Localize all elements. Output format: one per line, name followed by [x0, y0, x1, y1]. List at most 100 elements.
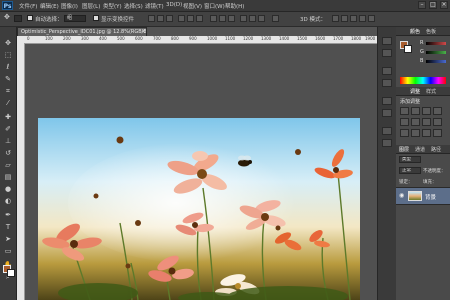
quick-select-tool-icon[interactable]: ✎ — [3, 75, 13, 83]
3d-scale-icon[interactable] — [368, 15, 375, 22]
character-panel-icon[interactable] — [382, 97, 392, 105]
tab-color[interactable]: 颜色 — [410, 28, 420, 35]
tab-paths[interactable]: 路径 — [431, 146, 441, 153]
3d-slide-icon[interactable] — [359, 15, 366, 22]
distribute-top-icon[interactable] — [210, 15, 217, 22]
minimize-button[interactable]: – — [418, 1, 426, 9]
align-top-icon[interactable] — [148, 15, 155, 22]
color-balance-adjust-icon[interactable] — [422, 118, 431, 126]
crop-tool-icon[interactable]: ⌗ — [3, 87, 13, 95]
layer-visibility-eye-icon[interactable]: ◉ — [399, 192, 404, 199]
paragraph-panel-icon[interactable] — [382, 109, 392, 117]
red-slider[interactable] — [426, 42, 446, 45]
threshold-adjust-icon[interactable] — [422, 129, 431, 137]
3d-roll-icon[interactable] — [341, 15, 348, 22]
menu-select[interactable]: 选择(S) — [124, 2, 143, 10]
ruler-tick: 200 — [63, 36, 71, 41]
move-tool-icon[interactable]: ✥ — [3, 39, 13, 47]
green-slider[interactable] — [426, 51, 446, 54]
3d-rotate-icon[interactable] — [332, 15, 339, 22]
posterize-adjust-icon[interactable] — [411, 129, 420, 137]
align-hcenter-icon[interactable] — [187, 15, 194, 22]
menu-help[interactable]: 帮助(H) — [225, 2, 244, 10]
eyedropper-tool-icon[interactable]: ⁄ — [3, 99, 13, 107]
type-tool-icon[interactable]: T — [3, 223, 13, 231]
flower-photo-canvas[interactable] — [38, 118, 360, 300]
hue-saturation-adjust-icon[interactable] — [411, 118, 420, 126]
show-transform-checkbox[interactable] — [93, 15, 99, 21]
menu-edit[interactable]: 编辑(E) — [40, 2, 59, 10]
exposure-adjust-icon[interactable] — [433, 107, 442, 115]
brightness-adjust-icon[interactable] — [400, 107, 409, 115]
gradient-map-adjust-icon[interactable] — [433, 129, 442, 137]
tab-swatches[interactable]: 色板 — [426, 28, 436, 35]
distribute-vcenter-icon[interactable] — [219, 15, 226, 22]
vibrance-adjust-icon[interactable] — [400, 118, 409, 126]
blend-mode-dropdown[interactable]: 正常 — [399, 167, 421, 174]
brush-tool-icon[interactable]: ✐ — [3, 125, 13, 133]
layer-row-background[interactable]: ◉ 背景 — [396, 187, 450, 205]
close-window-button[interactable]: × — [440, 1, 448, 9]
dodge-tool-icon[interactable]: ◐ — [3, 197, 13, 205]
menu-3d[interactable]: 3D(D) — [166, 2, 182, 8]
menu-layer[interactable]: 图层(L) — [82, 2, 100, 10]
properties-panel-icon[interactable] — [382, 49, 392, 57]
menu-file[interactable]: 文件(F) — [19, 2, 37, 10]
tool-preset-dropdown[interactable] — [14, 15, 22, 22]
blue-slider[interactable] — [426, 60, 446, 63]
navigator-panel-icon[interactable] — [382, 139, 392, 147]
clone-tool-icon[interactable]: ⊥ — [3, 137, 13, 145]
menu-window[interactable]: 窗口(W) — [204, 2, 225, 10]
horizontal-ruler[interactable]: 0 100 200 300 400 500 600 700 800 900 10… — [17, 36, 377, 44]
auto-select-label: 自动选择： — [35, 17, 63, 23]
brush-panel-icon[interactable] — [382, 67, 392, 75]
history-panel-icon[interactable] — [382, 37, 392, 45]
move-tool-icon[interactable]: ✥ — [4, 13, 10, 21]
tab-layers[interactable]: 图层 — [399, 146, 409, 153]
panel-background-swatch[interactable] — [404, 45, 412, 53]
levels-adjust-icon[interactable] — [411, 107, 420, 115]
pen-tool-icon[interactable]: ✒ — [3, 211, 13, 219]
color-spectrum[interactable] — [400, 77, 446, 84]
clone-source-panel-icon[interactable] — [382, 79, 392, 87]
vertical-ruler[interactable] — [17, 43, 25, 300]
lasso-tool-icon[interactable]: ℓ — [3, 63, 13, 71]
info-panel-icon[interactable] — [382, 127, 392, 135]
auto-select-checkbox[interactable] — [27, 15, 33, 21]
blur-tool-icon[interactable]: ● — [3, 185, 13, 193]
align-vcenter-icon[interactable] — [157, 15, 164, 22]
menu-view[interactable]: 视图(V) — [183, 2, 202, 10]
shape-tool-icon[interactable]: ▭ — [3, 247, 13, 255]
close-tab-icon[interactable]: × — [141, 28, 146, 35]
background-color-swatch[interactable] — [7, 269, 15, 277]
tab-styles[interactable]: 样式 — [426, 88, 436, 95]
distribute-hcenter-icon[interactable] — [249, 15, 256, 22]
align-right-icon[interactable] — [196, 15, 203, 22]
distribute-left-icon[interactable] — [240, 15, 247, 22]
gradient-tool-icon[interactable]: ▤ — [3, 173, 13, 181]
marquee-tool-icon[interactable]: ⬚ — [3, 51, 13, 59]
black-white-adjust-icon[interactable] — [433, 118, 442, 126]
healing-tool-icon[interactable]: ✚ — [3, 113, 13, 121]
maximize-button[interactable]: □ — [429, 1, 437, 9]
path-select-tool-icon[interactable]: ➤ — [3, 235, 13, 243]
auto-align-icon[interactable] — [272, 15, 279, 22]
menu-image[interactable]: 图像(I) — [61, 2, 78, 10]
align-left-icon[interactable] — [178, 15, 185, 22]
align-bottom-icon[interactable] — [166, 15, 173, 22]
distribute-bottom-icon[interactable] — [228, 15, 235, 22]
ruler-tick: 1900 — [365, 36, 376, 41]
auto-select-dropdown[interactable]: 组 — [64, 15, 86, 22]
tab-adjustments[interactable]: 调整 — [410, 88, 420, 95]
invert-adjust-icon[interactable] — [400, 129, 409, 137]
eraser-tool-icon[interactable]: ▱ — [3, 161, 13, 169]
distribute-right-icon[interactable] — [258, 15, 265, 22]
document-tab[interactable]: Optimistic_Perspective_IDC01.jpg @ 12.8%… — [17, 27, 147, 36]
layer-kind-filter[interactable]: 类型 — [399, 156, 421, 163]
menu-filter[interactable]: 滤镜(T) — [145, 2, 164, 10]
curves-adjust-icon[interactable] — [422, 107, 431, 115]
tab-channels[interactable]: 通道 — [415, 146, 425, 153]
menu-type[interactable]: 类型(Y) — [103, 2, 122, 10]
3d-pan-icon[interactable] — [350, 15, 357, 22]
history-brush-tool-icon[interactable]: ↺ — [3, 149, 13, 157]
